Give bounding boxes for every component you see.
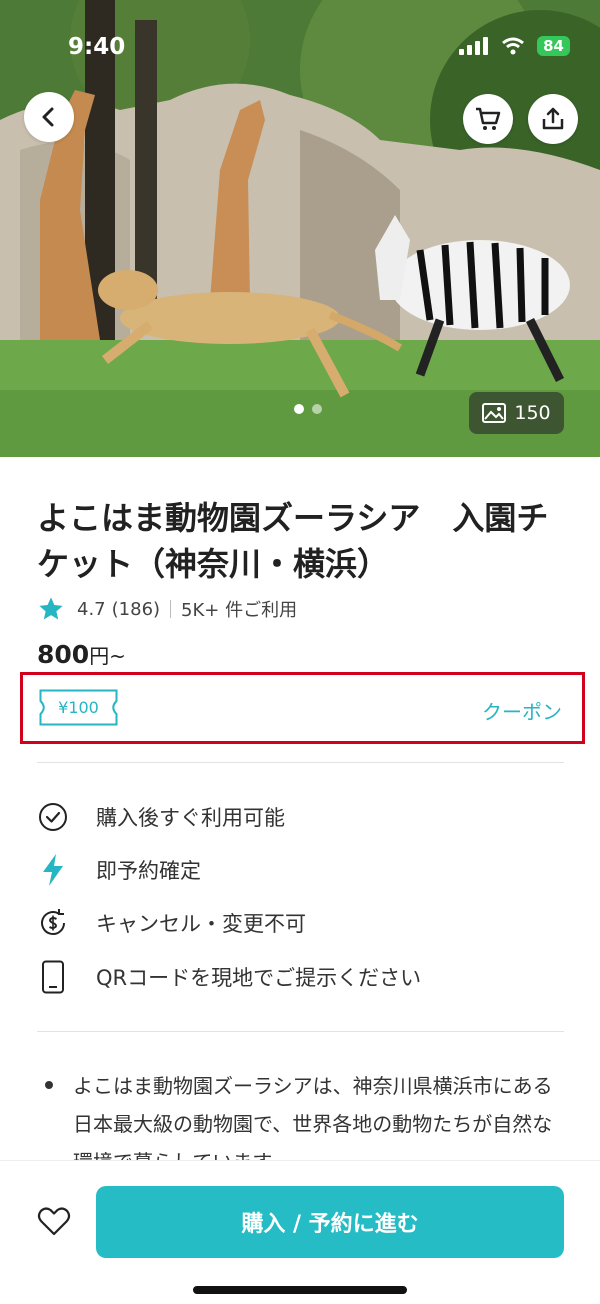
usage-count: 5K+ 件ご利用 xyxy=(181,600,298,621)
chevron-left-icon xyxy=(42,107,54,127)
cart-button[interactable] xyxy=(463,94,513,144)
coupon-link[interactable]: クーポン xyxy=(482,696,562,725)
status-bar: 9:40 84 xyxy=(0,0,600,96)
divider xyxy=(37,762,564,763)
home-indicator xyxy=(193,1286,407,1294)
product-title: よこはま動物園ズーラシア 入園チケット（神奈川・横浜） xyxy=(37,499,549,583)
price-unit: 円~ xyxy=(89,644,126,668)
feature-label: 即予約確定 xyxy=(96,859,201,883)
photo-count-button[interactable]: 150 xyxy=(469,392,564,434)
check-circle-icon xyxy=(37,800,69,834)
heart-icon xyxy=(37,1207,71,1236)
battery-indicator: 84 xyxy=(537,36,570,56)
pagination-dot xyxy=(312,404,322,414)
signal-icon xyxy=(459,37,489,55)
refund-icon xyxy=(37,906,69,940)
cart-icon xyxy=(476,107,501,130)
share-button[interactable] xyxy=(528,94,578,144)
feature-label: 購入後すぐ利用可能 xyxy=(96,806,285,830)
feature-no-cancel: キャンセル・変更不可 xyxy=(37,906,306,940)
bullet-point xyxy=(45,1081,53,1089)
coupon-amount: ¥100 xyxy=(58,698,99,717)
wifi-icon xyxy=(502,37,525,55)
status-time: 9:40 xyxy=(68,34,126,60)
gallery-pagination xyxy=(294,404,322,414)
star-icon xyxy=(39,597,63,620)
feature-label: キャンセル・変更不可 xyxy=(96,912,306,936)
feature-label: QRコードを現地でご提示ください xyxy=(96,966,422,990)
price-value: 800 xyxy=(37,640,90,669)
image-icon xyxy=(482,403,507,423)
rating-row[interactable]: 4.7 (186) 5K+ 件ご利用 xyxy=(37,595,297,623)
divider xyxy=(37,1031,564,1032)
coupon-row[interactable]: ¥100 クーポン xyxy=(20,672,585,744)
book-now-button[interactable]: 購入 / 予約に進む xyxy=(96,1186,564,1258)
review-count: (186) xyxy=(111,598,161,620)
rating-divider xyxy=(170,600,172,618)
pagination-dot-active xyxy=(294,404,304,414)
coupon-ticket: ¥100 xyxy=(39,689,118,726)
lightning-icon xyxy=(37,853,69,887)
feature-instant-confirm: 即予約確定 xyxy=(37,853,201,887)
price: 800円~ xyxy=(37,640,126,669)
status-icons: 84 xyxy=(459,36,570,56)
feature-qr-code: QRコードを現地でご提示ください xyxy=(37,960,421,994)
rating-value: 4.7 xyxy=(77,598,106,620)
bottom-action-bar: 購入 / 予約に進む xyxy=(0,1160,600,1304)
share-icon xyxy=(542,107,564,130)
photo-count-label: 150 xyxy=(514,402,551,424)
feature-instant-use: 購入後すぐ利用可能 xyxy=(37,800,285,834)
hero-image[interactable]: 9:40 84 150 xyxy=(0,0,600,457)
back-button[interactable] xyxy=(24,92,74,142)
favorite-button[interactable] xyxy=(36,1203,72,1239)
phone-icon xyxy=(37,960,69,994)
